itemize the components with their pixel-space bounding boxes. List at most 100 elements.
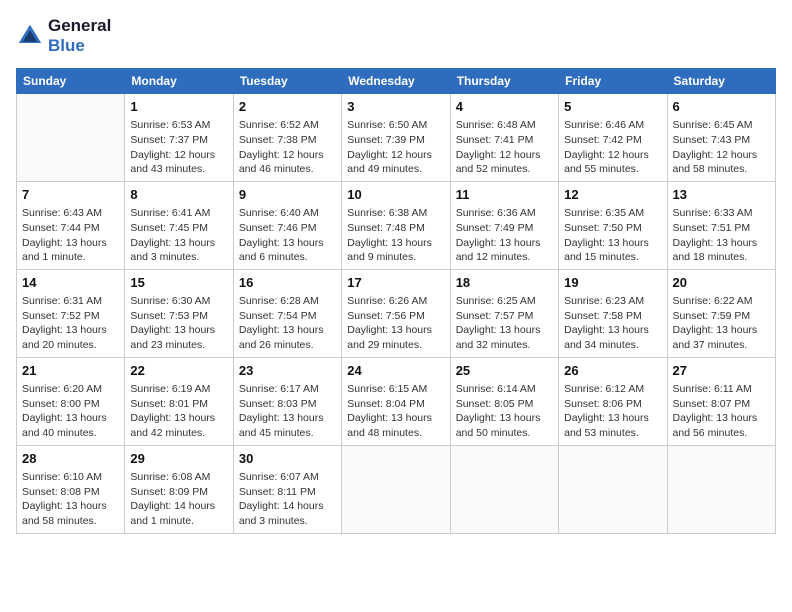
day-number: 26 [564, 362, 661, 380]
day-number: 22 [130, 362, 227, 380]
day-info: Sunrise: 6:15 AM Sunset: 8:04 PM Dayligh… [347, 382, 444, 441]
day-number: 18 [456, 274, 553, 292]
calendar-cell: 5 Sunrise: 6:46 AM Sunset: 7:42 PM Daylig… [559, 94, 667, 182]
calendar-cell: 4 Sunrise: 6:48 AM Sunset: 7:41 PM Daylig… [450, 94, 558, 182]
calendar-cell: 11 Sunrise: 6:36 AM Sunset: 7:49 PM Dayli… [450, 181, 558, 269]
day-info: Sunrise: 6:33 AM Sunset: 7:51 PM Dayligh… [673, 206, 770, 265]
day-info: Sunrise: 6:30 AM Sunset: 7:53 PM Dayligh… [130, 294, 227, 353]
day-number: 11 [456, 186, 553, 204]
day-number: 9 [239, 186, 336, 204]
calendar-cell: 8Sunrise: 6:41 AM Sunset: 7:45 PM Daylig… [125, 181, 233, 269]
day-number: 1 [130, 98, 227, 116]
day-number: 20 [673, 274, 770, 292]
day-info: Sunrise: 6:19 AM Sunset: 8:01 PM Dayligh… [130, 382, 227, 441]
day-info: Sunrise: 6:45 AM Sunset: 7:43 PM Dayligh… [673, 118, 770, 177]
day-number: 21 [22, 362, 119, 380]
day-info: Sunrise: 6:14 AM Sunset: 8:05 PM Dayligh… [456, 382, 553, 441]
calendar-cell: 6 Sunrise: 6:45 AM Sunset: 7:43 PM Daylig… [667, 94, 775, 182]
calendar-cell [17, 94, 125, 182]
calendar-cell: 30Sunrise: 6:07 AM Sunset: 8:11 PM Dayli… [233, 445, 341, 533]
calendar-cell: 22 Sunrise: 6:19 AM Sunset: 8:01 PM Dayli… [125, 357, 233, 445]
calendar-cell [342, 445, 450, 533]
day-number: 16 [239, 274, 336, 292]
day-number: 13 [673, 186, 770, 204]
calendar-cell: 13 Sunrise: 6:33 AM Sunset: 7:51 PM Dayli… [667, 181, 775, 269]
day-info: Sunrise: 6:52 AM Sunset: 7:38 PM Dayligh… [239, 118, 336, 177]
day-info: Sunrise: 6:46 AM Sunset: 7:42 PM Dayligh… [564, 118, 661, 177]
calendar-cell: 18 Sunrise: 6:25 AM Sunset: 7:57 PM Dayli… [450, 269, 558, 357]
day-info: Sunrise: 6:08 AM Sunset: 8:09 PM Dayligh… [130, 470, 227, 529]
day-number: 7 [22, 186, 119, 204]
day-number: 19 [564, 274, 661, 292]
weekday-header: Monday [125, 69, 233, 94]
logo-text: General Blue [48, 16, 111, 56]
weekday-header: Wednesday [342, 69, 450, 94]
calendar-cell: 9 Sunrise: 6:40 AM Sunset: 7:46 PM Daylig… [233, 181, 341, 269]
calendar-cell: 15 Sunrise: 6:30 AM Sunset: 7:53 PM Dayli… [125, 269, 233, 357]
day-number: 10 [347, 186, 444, 204]
day-info: Sunrise: 6:28 AM Sunset: 7:54 PM Dayligh… [239, 294, 336, 353]
calendar-cell: 23 Sunrise: 6:17 AM Sunset: 8:03 PM Dayli… [233, 357, 341, 445]
day-number: 29 [130, 450, 227, 468]
day-info: Sunrise: 6:35 AM Sunset: 7:50 PM Dayligh… [564, 206, 661, 265]
calendar-cell: 17 Sunrise: 6:26 AM Sunset: 7:56 PM Dayli… [342, 269, 450, 357]
weekday-header: Tuesday [233, 69, 341, 94]
day-number: 4 [456, 98, 553, 116]
day-info: Sunrise: 6:11 AM Sunset: 8:07 PM Dayligh… [673, 382, 770, 441]
day-info: Sunrise: 6:07 AM Sunset: 8:11 PM Dayligh… [239, 470, 336, 529]
day-info: Sunrise: 6:36 AM Sunset: 7:49 PM Dayligh… [456, 206, 553, 265]
day-info: Sunrise: 6:48 AM Sunset: 7:41 PM Dayligh… [456, 118, 553, 177]
day-number: 15 [130, 274, 227, 292]
calendar-cell: 1Sunrise: 6:53 AM Sunset: 7:37 PM Daylig… [125, 94, 233, 182]
calendar-cell [667, 445, 775, 533]
weekday-header: Thursday [450, 69, 558, 94]
day-number: 17 [347, 274, 444, 292]
day-number: 27 [673, 362, 770, 380]
calendar-cell [559, 445, 667, 533]
calendar-cell: 12 Sunrise: 6:35 AM Sunset: 7:50 PM Dayli… [559, 181, 667, 269]
calendar-cell: 2Sunrise: 6:52 AM Sunset: 7:38 PM Daylig… [233, 94, 341, 182]
calendar-week-row: 7 Sunrise: 6:43 AM Sunset: 7:44 PM Daylig… [17, 181, 776, 269]
day-info: Sunrise: 6:38 AM Sunset: 7:48 PM Dayligh… [347, 206, 444, 265]
day-info: Sunrise: 6:20 AM Sunset: 8:00 PM Dayligh… [22, 382, 119, 441]
calendar-cell: 7 Sunrise: 6:43 AM Sunset: 7:44 PM Daylig… [17, 181, 125, 269]
day-info: Sunrise: 6:50 AM Sunset: 7:39 PM Dayligh… [347, 118, 444, 177]
weekday-header: Friday [559, 69, 667, 94]
calendar-cell: 10 Sunrise: 6:38 AM Sunset: 7:48 PM Dayli… [342, 181, 450, 269]
day-info: Sunrise: 6:22 AM Sunset: 7:59 PM Dayligh… [673, 294, 770, 353]
day-info: Sunrise: 6:25 AM Sunset: 7:57 PM Dayligh… [456, 294, 553, 353]
calendar-week-row: 14 Sunrise: 6:31 AM Sunset: 7:52 PM Dayli… [17, 269, 776, 357]
day-number: 3 [347, 98, 444, 116]
calendar-cell: 3 Sunrise: 6:50 AM Sunset: 7:39 PM Daylig… [342, 94, 450, 182]
day-info: Sunrise: 6:43 AM Sunset: 7:44 PM Dayligh… [22, 206, 119, 265]
day-number: 25 [456, 362, 553, 380]
day-number: 23 [239, 362, 336, 380]
calendar-cell: 25 Sunrise: 6:14 AM Sunset: 8:05 PM Dayli… [450, 357, 558, 445]
day-number: 14 [22, 274, 119, 292]
page-header: General Blue [16, 16, 776, 56]
day-info: Sunrise: 6:31 AM Sunset: 7:52 PM Dayligh… [22, 294, 119, 353]
logo-icon [16, 22, 44, 50]
day-info: Sunrise: 6:40 AM Sunset: 7:46 PM Dayligh… [239, 206, 336, 265]
day-info: Sunrise: 6:12 AM Sunset: 8:06 PM Dayligh… [564, 382, 661, 441]
calendar-cell: 28 Sunrise: 6:10 AM Sunset: 8:08 PM Dayli… [17, 445, 125, 533]
day-info: Sunrise: 6:26 AM Sunset: 7:56 PM Dayligh… [347, 294, 444, 353]
weekday-header: Saturday [667, 69, 775, 94]
calendar-week-row: 1Sunrise: 6:53 AM Sunset: 7:37 PM Daylig… [17, 94, 776, 182]
weekday-header: Sunday [17, 69, 125, 94]
calendar-cell: 20 Sunrise: 6:22 AM Sunset: 7:59 PM Dayli… [667, 269, 775, 357]
day-number: 6 [673, 98, 770, 116]
day-number: 28 [22, 450, 119, 468]
day-info: Sunrise: 6:41 AM Sunset: 7:45 PM Dayligh… [130, 206, 227, 265]
day-info: Sunrise: 6:10 AM Sunset: 8:08 PM Dayligh… [22, 470, 119, 529]
calendar-table: SundayMondayTuesdayWednesdayThursdayFrid… [16, 68, 776, 534]
calendar-cell: 27 Sunrise: 6:11 AM Sunset: 8:07 PM Dayli… [667, 357, 775, 445]
day-info: Sunrise: 6:17 AM Sunset: 8:03 PM Dayligh… [239, 382, 336, 441]
day-number: 24 [347, 362, 444, 380]
weekday-header-row: SundayMondayTuesdayWednesdayThursdayFrid… [17, 69, 776, 94]
calendar-cell: 19Sunrise: 6:23 AM Sunset: 7:58 PM Dayli… [559, 269, 667, 357]
calendar-cell: 29 Sunrise: 6:08 AM Sunset: 8:09 PM Dayli… [125, 445, 233, 533]
day-number: 5 [564, 98, 661, 116]
calendar-cell: 24 Sunrise: 6:15 AM Sunset: 8:04 PM Dayli… [342, 357, 450, 445]
day-number: 12 [564, 186, 661, 204]
